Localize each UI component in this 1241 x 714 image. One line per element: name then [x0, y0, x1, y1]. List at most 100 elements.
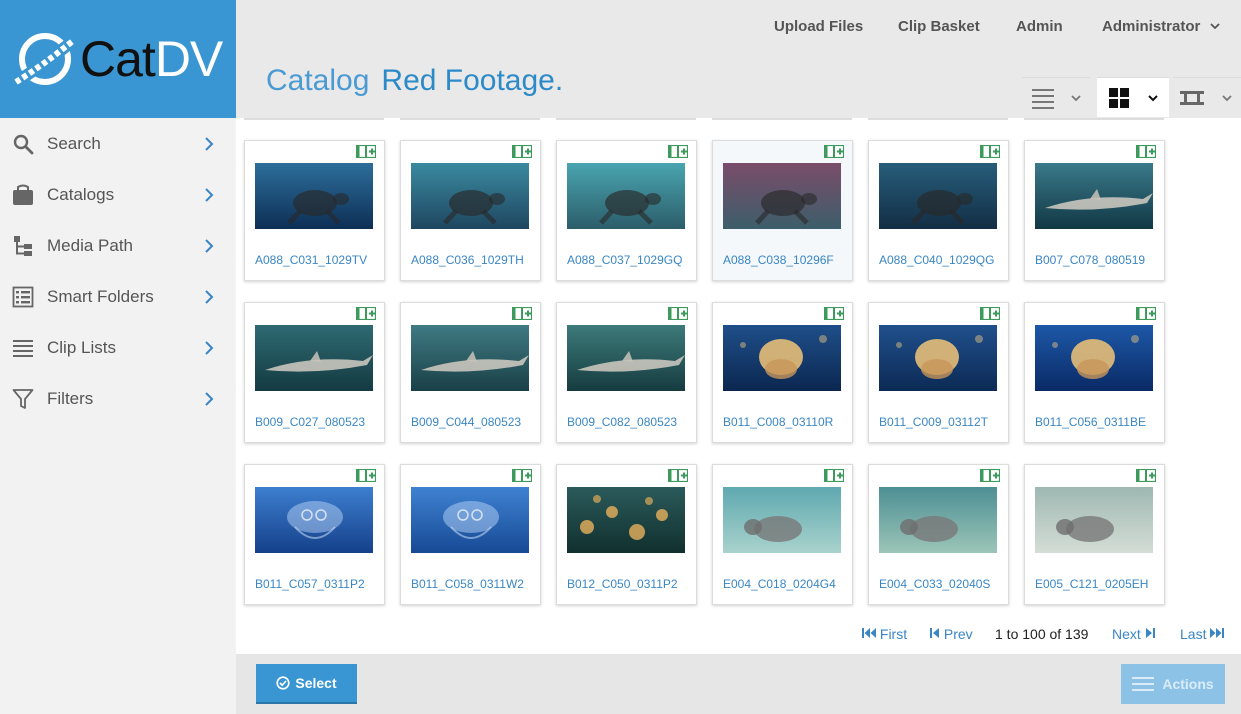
pager-last-link[interactable]: Last [1180, 626, 1225, 642]
add-to-basket-icon[interactable] [824, 307, 844, 320]
clip-card[interactable]: B009_C082_080523 [556, 302, 697, 443]
clip-thumbnail[interactable] [567, 487, 685, 553]
clip-card[interactable]: B009_C044_080523 [400, 302, 541, 443]
clip-name[interactable]: A088_C031_1029TV [255, 253, 367, 267]
clip-thumbnail[interactable] [411, 163, 529, 229]
clip-card[interactable]: E004_C033_02040S [868, 464, 1009, 605]
chevron-down-icon[interactable] [1147, 93, 1159, 103]
clip-name[interactable]: B011_C008_03110R [723, 415, 833, 429]
sidebar-item-search[interactable]: Search [0, 118, 236, 169]
clip-name[interactable]: A088_C040_1029QG [879, 253, 994, 267]
clip-card[interactable]: B011_C057_0311P2 [244, 464, 385, 605]
clip-thumbnail[interactable] [255, 163, 373, 229]
clip-card[interactable]: B012_C050_0311P2 [556, 464, 697, 605]
clip-name[interactable]: A088_C038_10296F [723, 253, 834, 267]
add-to-basket-icon[interactable] [1136, 145, 1156, 158]
clip-name[interactable]: B011_C057_0311P2 [255, 577, 365, 591]
add-to-basket-icon[interactable] [668, 307, 688, 320]
add-to-basket-icon[interactable] [1136, 469, 1156, 482]
previous-row-edge [712, 118, 852, 120]
clip-name[interactable]: E004_C033_02040S [879, 577, 990, 591]
pager-first-link[interactable]: First [862, 626, 907, 642]
add-to-basket-icon[interactable] [512, 469, 532, 482]
clip-name[interactable]: B007_C078_080519 [1035, 253, 1145, 267]
sidebar-item-clip-lists[interactable]: Clip Lists [0, 322, 236, 373]
list-view-button[interactable] [1022, 77, 1090, 117]
clip-name[interactable]: B009_C027_080523 [255, 415, 365, 429]
clip-card[interactable]: B011_C009_03112T [868, 302, 1009, 443]
select-button[interactable]: Select [256, 664, 357, 704]
clip-name[interactable]: B009_C044_080523 [411, 415, 521, 429]
clip-basket-link[interactable]: Clip Basket [898, 18, 980, 35]
clip-name[interactable]: B011_C056_0311BE [1035, 415, 1146, 429]
clip-thumbnail[interactable] [723, 487, 841, 553]
clip-name[interactable]: B011_C009_03112T [879, 415, 988, 429]
add-to-basket-icon[interactable] [356, 307, 376, 320]
add-to-basket-icon[interactable] [512, 307, 532, 320]
sidebar-item-smart-folders[interactable]: Smart Folders [0, 271, 236, 322]
add-to-basket-icon[interactable] [980, 145, 1000, 158]
clip-card[interactable]: A088_C031_1029TV [244, 140, 385, 281]
clip-thumbnail[interactable] [1035, 325, 1153, 391]
clip-card[interactable]: B011_C058_0311W2 [400, 464, 541, 605]
clip-card[interactable]: B009_C027_080523 [244, 302, 385, 443]
actions-button[interactable]: Actions [1121, 664, 1225, 704]
clip-card[interactable]: A088_C036_1029TH [400, 140, 541, 281]
clip-thumbnail[interactable] [411, 487, 529, 553]
add-to-basket-icon[interactable] [356, 469, 376, 482]
add-to-basket-icon[interactable] [980, 469, 1000, 482]
clip-card[interactable]: A088_C040_1029QG [868, 140, 1009, 281]
pager-prev-link[interactable]: Prev [930, 626, 973, 642]
clip-thumbnail[interactable] [255, 325, 373, 391]
filter-icon [12, 389, 34, 409]
clip-card[interactable]: A088_C037_1029GQ [556, 140, 697, 281]
sidebar-item-catalogs[interactable]: Catalogs [0, 169, 236, 220]
add-to-basket-icon[interactable] [824, 145, 844, 158]
add-to-basket-icon[interactable] [512, 145, 532, 158]
menu-icon [1132, 677, 1155, 691]
add-to-basket-icon[interactable] [980, 307, 1000, 320]
clip-name[interactable]: A088_C037_1029GQ [567, 253, 682, 267]
clip-thumbnail[interactable] [879, 325, 997, 391]
clip-card[interactable]: A088_C038_10296F [712, 140, 853, 281]
clip-thumbnail[interactable] [567, 325, 685, 391]
prev-page-icon [930, 628, 939, 638]
clip-thumbnail[interactable] [1035, 163, 1153, 229]
add-to-basket-icon[interactable] [356, 145, 376, 158]
clip-name[interactable]: B011_C058_0311W2 [411, 577, 524, 591]
clip-card[interactable]: B011_C008_03110R [712, 302, 853, 443]
clip-name[interactable]: E005_C121_0205EH [1035, 577, 1148, 591]
clip-thumbnail[interactable] [723, 325, 841, 391]
filmstrip-view-button[interactable] [1173, 77, 1241, 117]
clip-name[interactable]: A088_C036_1029TH [411, 253, 524, 267]
user-menu[interactable]: Administrator [1102, 18, 1221, 35]
upload-files-link[interactable]: Upload Files [774, 18, 863, 35]
clip-name[interactable]: B012_C050_0311P2 [567, 577, 678, 591]
admin-link[interactable]: Admin [1016, 18, 1063, 35]
clip-thumbnail[interactable] [567, 163, 685, 229]
clip-thumbnail[interactable] [1035, 487, 1153, 553]
sidebar-item-media-path[interactable]: Media Path [0, 220, 236, 271]
chevron-right-icon [205, 341, 214, 355]
clip-thumbnail[interactable] [879, 487, 997, 553]
chevron-down-icon[interactable] [1070, 93, 1082, 103]
clip-thumbnail[interactable] [879, 163, 997, 229]
clip-name[interactable]: E004_C018_0204G4 [723, 577, 836, 591]
grid-view-button[interactable] [1097, 77, 1169, 117]
clip-card[interactable]: E005_C121_0205EH [1024, 464, 1165, 605]
catdv-logo[interactable]: CatDV [0, 0, 236, 118]
sidebar-item-filters[interactable]: Filters [0, 373, 236, 424]
add-to-basket-icon[interactable] [668, 469, 688, 482]
clip-card[interactable]: E004_C018_0204G4 [712, 464, 853, 605]
add-to-basket-icon[interactable] [1136, 307, 1156, 320]
clip-thumbnail[interactable] [723, 163, 841, 229]
pager-next-link[interactable]: Next [1112, 626, 1155, 642]
add-to-basket-icon[interactable] [824, 469, 844, 482]
clip-card[interactable]: B007_C078_080519 [1024, 140, 1165, 281]
clip-card[interactable]: B011_C056_0311BE [1024, 302, 1165, 443]
clip-name[interactable]: B009_C082_080523 [567, 415, 677, 429]
clip-thumbnail[interactable] [411, 325, 529, 391]
clip-thumbnail[interactable] [255, 487, 373, 553]
chevron-down-icon[interactable] [1221, 93, 1233, 103]
add-to-basket-icon[interactable] [668, 145, 688, 158]
